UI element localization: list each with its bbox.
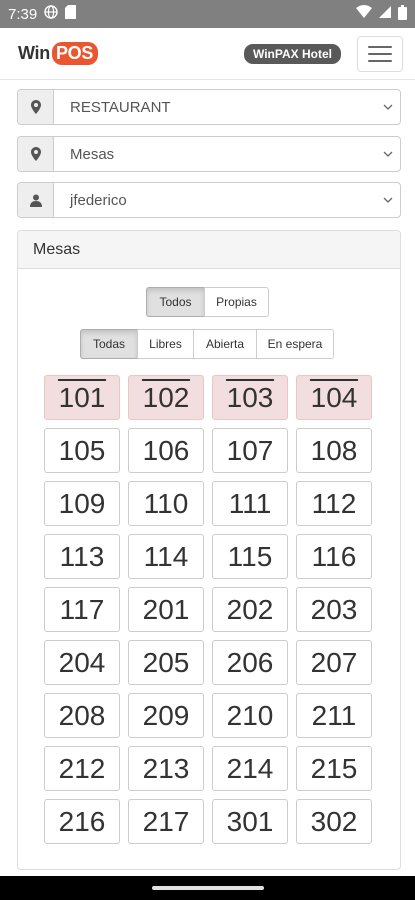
winpos-logo[interactable]: Win POS — [18, 42, 99, 65]
user-select[interactable]: jfederico — [17, 182, 401, 218]
table-tile[interactable]: 204 — [44, 640, 120, 685]
table-tile[interactable]: 208 — [44, 693, 120, 738]
table-tile[interactable]: 216 — [44, 799, 120, 844]
clock: 7:39 — [8, 5, 38, 23]
menu-icon-bar — [368, 59, 392, 62]
map-marker-icon — [18, 137, 54, 171]
sd-card-icon — [65, 5, 77, 23]
filter-en-espera-button[interactable]: En espera — [256, 329, 334, 359]
table-tile[interactable]: 104 — [296, 375, 372, 420]
table-tile[interactable]: 106 — [128, 428, 204, 473]
area-select[interactable]: Mesas — [17, 136, 401, 172]
table-tile[interactable]: 114 — [128, 534, 204, 579]
table-tile[interactable]: 113 — [44, 534, 120, 579]
logo-pos-text: POS — [51, 42, 99, 65]
filter-todas-button[interactable]: Todas — [80, 329, 138, 359]
table-tile[interactable]: 215 — [296, 746, 372, 791]
battery-icon — [398, 4, 407, 24]
table-tile[interactable]: 202 — [212, 587, 288, 632]
table-tile[interactable]: 209 — [128, 693, 204, 738]
menu-icon-bar — [368, 45, 392, 48]
location-select-value: RESTAURANT — [70, 98, 171, 116]
table-tile[interactable]: 207 — [296, 640, 372, 685]
status-bar: 7:39 — [0, 0, 415, 28]
table-tile[interactable]: 213 — [128, 746, 204, 791]
table-tile[interactable]: 211 — [296, 693, 372, 738]
table-tile[interactable]: 111 — [212, 481, 288, 526]
chevron-down-icon — [376, 137, 400, 171]
table-tile[interactable]: 205 — [128, 640, 204, 685]
table-tile[interactable]: 301 — [212, 799, 288, 844]
owner-filter-group: Todos Propias — [146, 287, 269, 317]
user-select-value: jfederico — [70, 191, 127, 209]
table-tile[interactable]: 212 — [44, 746, 120, 791]
table-tile[interactable]: 107 — [212, 428, 288, 473]
chevron-down-icon — [376, 90, 400, 124]
table-tile[interactable]: 109 — [44, 481, 120, 526]
tables-grid: 101 102 103 104 105 106 107 108 109 110 111 112 113 1… — [44, 375, 374, 844]
filter-libres-button[interactable]: Libres — [137, 329, 194, 359]
wifi-icon — [356, 5, 372, 23]
menu-icon-bar — [368, 52, 392, 55]
filter-todos-button[interactable]: Todos — [146, 287, 205, 317]
table-tile[interactable]: 206 — [212, 640, 288, 685]
logo-win-text: Win — [18, 43, 50, 63]
table-tile[interactable]: 217 — [128, 799, 204, 844]
table-tile[interactable]: 110 — [128, 481, 204, 526]
panel-title: Mesas — [18, 231, 400, 269]
user-icon — [18, 183, 54, 217]
table-tile[interactable]: 105 — [44, 428, 120, 473]
table-tile[interactable]: 102 — [128, 375, 204, 420]
table-tile[interactable]: 115 — [212, 534, 288, 579]
table-tile[interactable]: 117 — [44, 587, 120, 632]
table-tile[interactable]: 116 — [296, 534, 372, 579]
hamburger-menu-button[interactable] — [357, 35, 403, 72]
table-tile[interactable]: 203 — [296, 587, 372, 632]
table-tile[interactable]: 112 — [296, 481, 372, 526]
table-tile[interactable]: 103 — [212, 375, 288, 420]
table-tile[interactable]: 108 — [296, 428, 372, 473]
app-navbar: Win POS WinPAX Hotel — [0, 28, 415, 80]
state-filter-group: Todas Libres Abierta En espera — [80, 329, 334, 359]
globe-icon — [44, 5, 58, 23]
location-select[interactable]: RESTAURANT — [17, 89, 401, 125]
area-select-value: Mesas — [70, 145, 115, 163]
table-tile[interactable]: 302 — [296, 799, 372, 844]
table-tile[interactable]: 101 — [44, 375, 120, 420]
system-navigation-bar — [0, 876, 415, 900]
map-marker-icon — [18, 90, 54, 124]
table-tile[interactable]: 201 — [128, 587, 204, 632]
table-tile[interactable]: 214 — [212, 746, 288, 791]
filter-propias-button[interactable]: Propias — [204, 287, 269, 317]
chevron-down-icon — [376, 183, 400, 217]
table-tile[interactable]: 210 — [212, 693, 288, 738]
filter-abierta-button[interactable]: Abierta — [193, 329, 257, 359]
home-gesture-handle[interactable] — [152, 886, 264, 890]
hotel-badge: WinPAX Hotel — [243, 43, 341, 64]
signal-icon — [378, 5, 392, 23]
